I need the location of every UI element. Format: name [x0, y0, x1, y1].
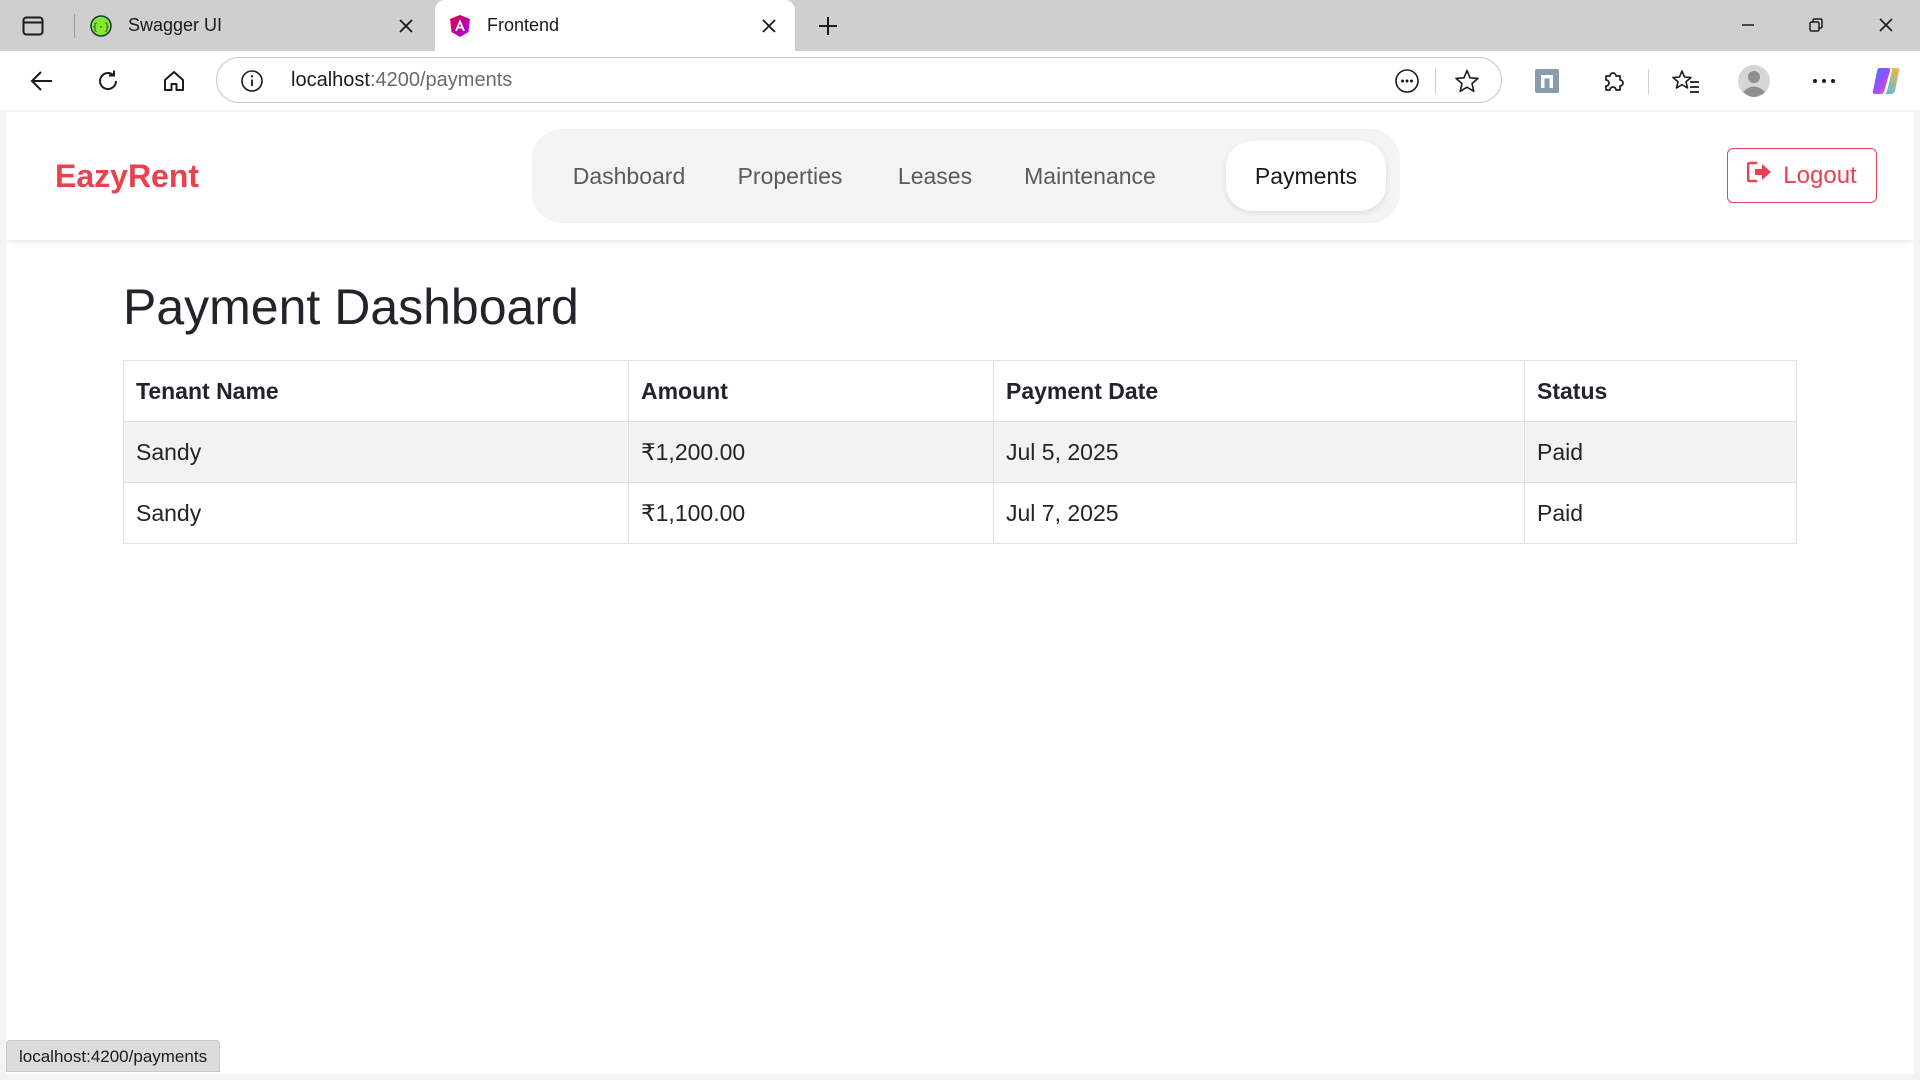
- nav-maintenance[interactable]: Maintenance: [1000, 141, 1180, 211]
- extensions-puzzle-icon[interactable]: [1596, 63, 1632, 99]
- tab-frontend[interactable]: Frontend: [435, 0, 795, 51]
- extension-n-icon[interactable]: [1529, 63, 1565, 99]
- favorites-list-icon[interactable]: [1668, 63, 1704, 99]
- cell-payment-date: Jul 5, 2025: [993, 421, 1525, 483]
- brand-logo[interactable]: EazyRent: [55, 158, 199, 195]
- refresh-icon[interactable]: [88, 61, 128, 101]
- page-viewport: EazyRent Dashboard Properties Leases Mai…: [6, 112, 1914, 1074]
- table-header-row: Tenant Name Amount Payment Date Status: [123, 360, 1797, 422]
- window-close-icon[interactable]: [1866, 10, 1906, 40]
- page-title: Payment Dashboard: [123, 279, 579, 335]
- close-icon[interactable]: [394, 14, 418, 38]
- logout-icon: [1746, 161, 1773, 190]
- home-icon[interactable]: [154, 61, 194, 101]
- browser-tab-bar: {·} Swagger UI Frontend: [0, 0, 1920, 51]
- tab-swagger-ui[interactable]: {·} Swagger UI: [76, 0, 432, 51]
- url-path: :4200/payments: [369, 69, 513, 91]
- cell-tenant-name: Sandy: [123, 482, 629, 544]
- nav-leases[interactable]: Leases: [876, 141, 994, 211]
- minimize-icon[interactable]: [1728, 10, 1768, 40]
- nav-dashboard[interactable]: Dashboard: [552, 141, 706, 211]
- column-header-status: Status: [1524, 360, 1797, 422]
- tab-title: Swagger UI: [128, 15, 223, 35]
- cell-status: Paid: [1524, 421, 1797, 483]
- cell-amount: ₹1,100.00: [628, 482, 994, 544]
- back-icon[interactable]: [22, 61, 62, 101]
- profile-avatar-icon[interactable]: [1736, 63, 1772, 99]
- swagger-icon: {·}: [90, 14, 112, 37]
- column-header-tenant-name: Tenant Name: [123, 360, 629, 422]
- cell-tenant-name: Sandy: [123, 421, 629, 483]
- restore-icon[interactable]: [1796, 10, 1836, 40]
- logout-button[interactable]: Logout: [1727, 148, 1877, 203]
- address-divider: [1435, 68, 1436, 94]
- svg-text:{·}: {·}: [92, 22, 110, 33]
- column-header-amount: Amount: [628, 360, 994, 422]
- tab-separator: [74, 14, 75, 38]
- cell-status: Paid: [1524, 482, 1797, 544]
- more-options-icon[interactable]: [1806, 63, 1842, 99]
- address-bar[interactable]: localhost:4200/payments: [216, 57, 1502, 103]
- tab-actions-icon[interactable]: [18, 12, 48, 40]
- url-host: localhost: [291, 69, 370, 91]
- table-row: Sandy ₹1,100.00 Jul 7, 2025 Paid: [123, 482, 1797, 544]
- copilot-icon[interactable]: [1868, 63, 1904, 99]
- logout-label: Logout: [1783, 161, 1857, 189]
- app-header: EazyRent Dashboard Properties Leases Mai…: [6, 112, 1914, 240]
- payments-table: Tenant Name Amount Payment Date Status S…: [123, 360, 1797, 544]
- cell-payment-date: Jul 7, 2025: [993, 482, 1525, 544]
- main-nav: Dashboard Properties Leases Maintenance …: [532, 129, 1400, 223]
- new-tab-button[interactable]: [812, 11, 844, 41]
- nav-properties[interactable]: Properties: [712, 141, 868, 211]
- toolbar-divider: [1648, 69, 1649, 95]
- close-icon[interactable]: [757, 14, 781, 38]
- browser-toolbar: localhost:4200/payments: [0, 51, 1920, 110]
- tab-title: Frontend: [487, 15, 560, 35]
- table-row: Sandy ₹1,200.00 Jul 5, 2025 Paid: [123, 421, 1797, 483]
- link-status-bar: localhost:4200/payments: [6, 1040, 221, 1072]
- column-header-payment-date: Payment Date: [993, 360, 1525, 422]
- cell-amount: ₹1,200.00: [628, 421, 994, 483]
- favorite-star-icon[interactable]: [1453, 67, 1481, 95]
- reader-more-icon[interactable]: [1393, 67, 1421, 95]
- nav-payments[interactable]: Payments: [1226, 141, 1386, 211]
- site-info-icon[interactable]: [239, 68, 265, 94]
- url-text[interactable]: localhost:4200/payments: [291, 69, 512, 92]
- angular-icon: [449, 14, 471, 37]
